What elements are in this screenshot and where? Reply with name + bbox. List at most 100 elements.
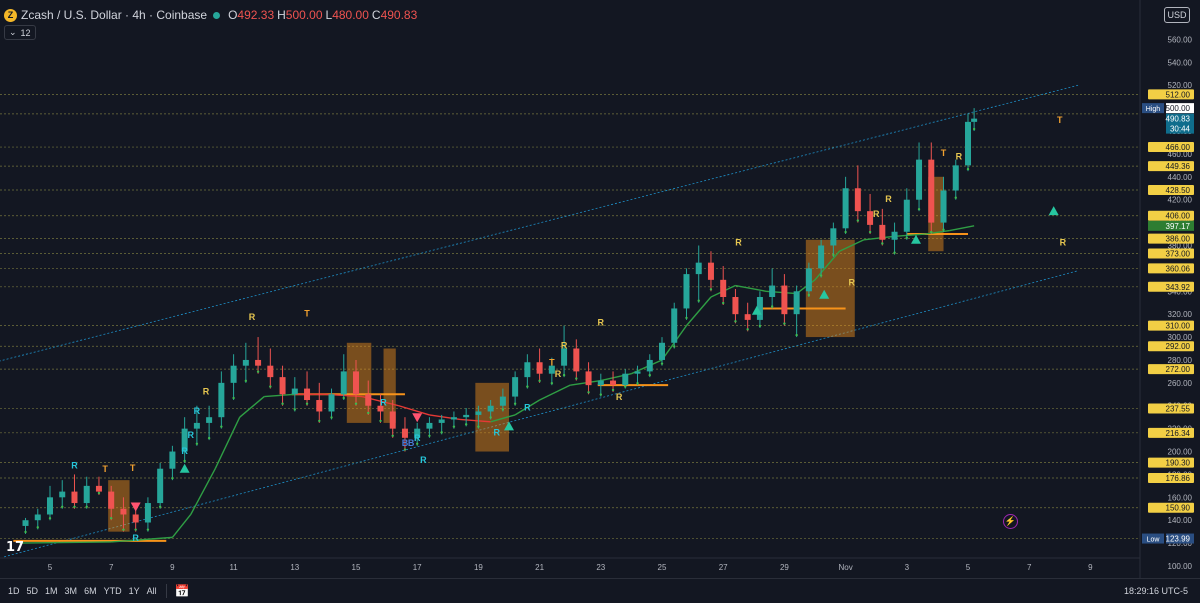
range-ytd[interactable]: YTD — [104, 586, 122, 596]
time-tick-label: 7 — [109, 563, 114, 572]
signal-label: R — [561, 341, 568, 351]
time-tick-label: 3 — [905, 563, 910, 572]
time-tick-label: 29 — [780, 563, 789, 572]
utc-clock[interactable]: 18:29:16 UTC-5 — [1124, 579, 1188, 603]
pivot-dot — [673, 345, 676, 348]
signal-label: R — [194, 406, 201, 416]
pivot-dot — [354, 402, 358, 405]
candle-body — [573, 348, 580, 372]
price-level-value: 466.00 — [1166, 143, 1191, 152]
pivot-dot — [562, 373, 566, 377]
candle-body — [389, 411, 396, 429]
signal-label: R — [203, 386, 210, 396]
symbol-title[interactable]: Zcash / U.S. Dollar · 4h · Coinbase — [21, 8, 207, 22]
range-1m[interactable]: 1M — [45, 586, 58, 596]
pivot-dot — [428, 434, 431, 437]
pivot-dot — [905, 236, 908, 239]
pivot-dot — [464, 423, 468, 426]
candle-body — [144, 503, 151, 523]
pivot-dot — [966, 167, 970, 171]
range-5d[interactable]: 5D — [27, 586, 39, 596]
pivot-dot — [158, 505, 162, 508]
candle-body — [965, 121, 971, 166]
signal-label: R — [181, 446, 188, 456]
pivot-dot — [281, 402, 284, 405]
bottom-toolbar: 1D 5D 1M 3M 6M YTD 1Y All 📅 18:29:16 UTC… — [0, 578, 1200, 603]
pivot-dot — [550, 381, 554, 385]
pivot-dot — [648, 373, 651, 377]
chevron-down-icon: ⌄ — [9, 27, 17, 37]
pivot-dot — [379, 419, 382, 423]
price-chart[interactable]: R T TRRRRR TRRB BRRTRRRRRRRRT RRTRR100.00120.… — [0, 0, 1200, 602]
pivot-dot — [391, 434, 394, 437]
zcash-coin-icon: Z — [4, 8, 17, 22]
candle-body — [340, 371, 347, 395]
candle-body — [267, 365, 274, 378]
time-tick-label: 5 — [48, 563, 53, 572]
pivot-dot — [660, 362, 664, 365]
signal-label: T — [549, 358, 555, 368]
time-tick-label: 19 — [474, 563, 483, 572]
pivot-dot — [48, 517, 52, 520]
lightning-icon[interactable]: ⚡ — [1003, 514, 1018, 529]
pivot-dot — [972, 127, 976, 131]
pivot-dot — [73, 505, 76, 508]
time-tick-label: 25 — [658, 563, 667, 572]
pivot-dot — [97, 491, 101, 495]
range-6m[interactable]: 6M — [84, 586, 97, 596]
low-label: Low — [1147, 537, 1161, 544]
indicators-toggle[interactable]: ⌄ 12 — [4, 25, 36, 40]
range-3m[interactable]: 3M — [65, 586, 78, 596]
signal-label: R — [616, 392, 623, 402]
candle-body — [683, 274, 690, 309]
pivot-dot — [85, 505, 88, 508]
bar-countdown: 30:44 — [1170, 125, 1191, 134]
signal-label: R — [188, 430, 195, 440]
currency-button[interactable]: USD — [1164, 7, 1190, 23]
tradingview-logo-icon: 17 — [6, 540, 25, 555]
pivot-dot — [146, 528, 150, 531]
pivot-dot — [318, 419, 321, 423]
calendar-icon[interactable]: 📅 — [175, 584, 190, 598]
pivot-dot — [305, 402, 309, 405]
pivot-dot — [489, 416, 492, 419]
pivot-dot — [403, 448, 407, 451]
consolidation-zone — [475, 382, 509, 452]
range-1d[interactable]: 1D — [8, 586, 20, 596]
candle-body — [744, 314, 751, 320]
time-tick-label: 9 — [1088, 563, 1093, 572]
price-level-value: 449.36 — [1166, 162, 1191, 171]
price-level-value: 272.00 — [1166, 365, 1191, 374]
time-tick-label: 13 — [290, 563, 299, 572]
signal-label: R — [132, 533, 139, 543]
open-label: O — [228, 8, 238, 22]
range-1y[interactable]: 1Y — [129, 586, 140, 596]
pivot-dot — [856, 219, 860, 222]
candle-body — [255, 359, 262, 366]
candle-body — [242, 359, 249, 366]
price-level-value: 310.00 — [1166, 322, 1191, 331]
pivot-dot — [758, 324, 762, 328]
price-tick-label: 280.00 — [1168, 356, 1193, 365]
candle-body — [671, 308, 678, 343]
pivot-dot — [36, 526, 39, 529]
pivot-dot — [207, 436, 211, 440]
signal-label: R — [956, 152, 963, 162]
candle-body — [169, 451, 176, 469]
pivot-dot — [881, 242, 884, 245]
price-tick-label: 160.00 — [1168, 493, 1193, 502]
pivot-dot — [232, 396, 235, 400]
price-level-value: 190.30 — [1166, 459, 1191, 468]
pivot-dot — [697, 299, 700, 302]
price-tick-label: 540.00 — [1168, 58, 1193, 67]
time-tick-label: 17 — [413, 563, 422, 572]
time-tick-label: 11 — [229, 563, 238, 572]
candle-body — [95, 485, 102, 492]
candle-body — [610, 380, 617, 386]
pivot-dot — [917, 207, 921, 211]
price-tick-label: 200.00 — [1168, 448, 1193, 457]
pivot-dot — [844, 230, 847, 234]
candle-body — [646, 359, 653, 372]
range-all[interactable]: All — [147, 586, 157, 596]
candle-body — [499, 396, 506, 406]
